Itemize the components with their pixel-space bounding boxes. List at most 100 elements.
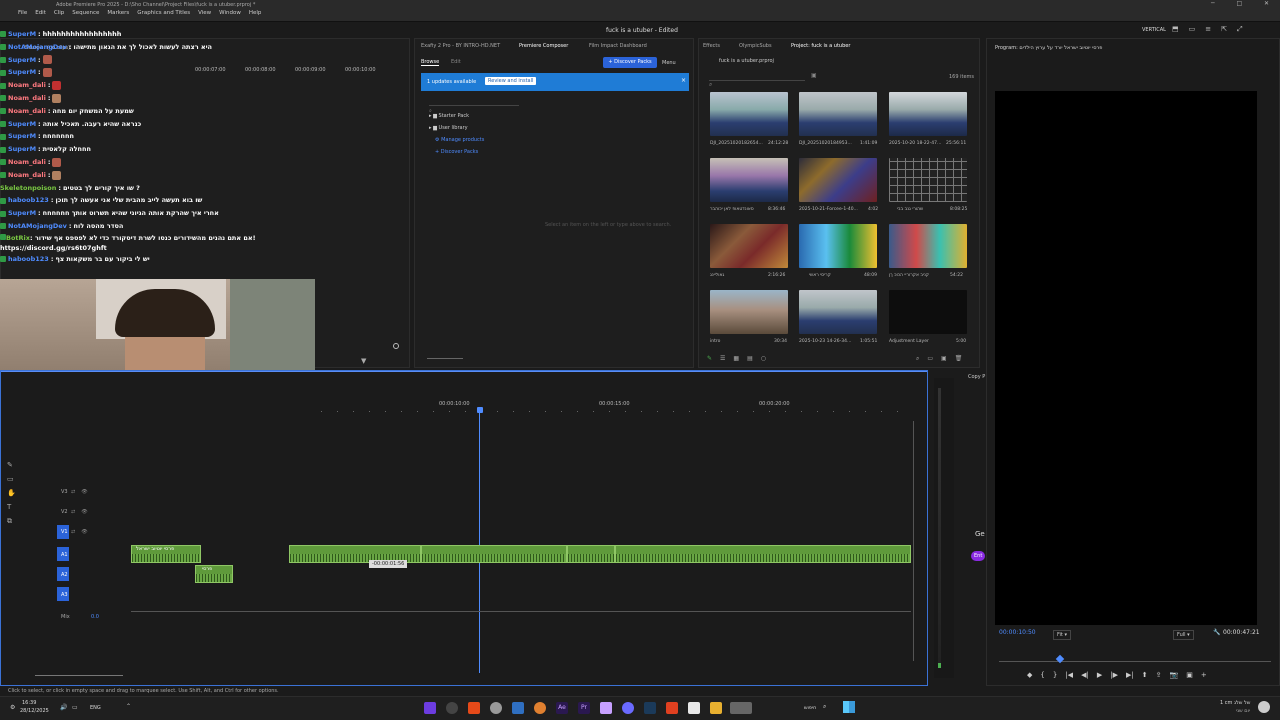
- program-timecode[interactable]: 00:00:10:50: [999, 629, 1036, 636]
- tree-discover-packs[interactable]: + Discover Packs: [435, 149, 478, 155]
- search-label[interactable]: חיפוש: [804, 705, 816, 711]
- project-search-input[interactable]: ⌕: [709, 71, 805, 88]
- discover-packs-button[interactable]: + Discover Packs: [603, 57, 657, 68]
- obs-icon[interactable]: [446, 702, 458, 714]
- thumbnail-4[interactable]: [710, 158, 788, 202]
- full-dropdown[interactable]: Full ▾: [1173, 630, 1194, 640]
- review-install-button[interactable]: Review and install: [485, 77, 537, 85]
- share-icon[interactable]: ⇱: [1221, 25, 1227, 34]
- windows-icon[interactable]: [843, 701, 855, 713]
- extract-icon[interactable]: ⇪: [1156, 671, 1162, 679]
- premiere-icon[interactable]: Pr: [578, 702, 590, 714]
- media-encoder-icon[interactable]: [600, 702, 612, 714]
- vertical-scrollbar[interactable]: [913, 421, 914, 661]
- wrench-icon[interactable]: 🔧: [1213, 629, 1220, 636]
- program-video[interactable]: [995, 91, 1257, 625]
- menu-graphics[interactable]: Graphics and Titles: [137, 10, 190, 22]
- thumbnail-8[interactable]: [799, 224, 877, 268]
- layout-icon[interactable]: ▭: [1189, 25, 1196, 34]
- program-scrubber[interactable]: [999, 661, 1271, 662]
- trash-icon[interactable]: 🗑: [955, 355, 963, 363]
- tab-effects[interactable]: Effects: [703, 43, 720, 49]
- fit-dropdown[interactable]: Fit ▾: [1053, 630, 1071, 640]
- goto-out-icon[interactable]: ▶|: [1126, 671, 1134, 679]
- thumbnail-10[interactable]: [710, 290, 788, 334]
- goto-in-icon[interactable]: |◀: [1065, 671, 1073, 679]
- track-v3[interactable]: V3: [61, 489, 68, 495]
- thumbnail-6[interactable]: [889, 158, 967, 202]
- wifi-icon[interactable]: ⚙: [10, 704, 15, 711]
- find-icon[interactable]: ⌕: [916, 355, 919, 363]
- menu-window[interactable]: Window: [219, 10, 241, 22]
- type-tool-icon[interactable]: T: [7, 503, 16, 511]
- monitor-icon[interactable]: ▭: [72, 704, 78, 711]
- track-a2[interactable]: A2: [61, 572, 68, 578]
- thumbnail-7[interactable]: [710, 224, 788, 268]
- tree-starter-pack[interactable]: ▸ ▆ Starter Pack: [429, 113, 469, 119]
- menu-icon[interactable]: ≡: [1205, 25, 1211, 34]
- steam-icon[interactable]: [644, 702, 656, 714]
- close-icon[interactable]: ✕: [1264, 0, 1269, 10]
- search-input[interactable]: ⌕: [429, 97, 519, 114]
- tab-exafiy[interactable]: Exafiy 2 Pro - BY INTRO-HD.NET: [421, 43, 500, 49]
- razor-tool-icon[interactable]: ⧉: [7, 517, 16, 526]
- discord-icon[interactable]: [622, 702, 634, 714]
- export-icon[interactable]: ⬒: [1172, 25, 1179, 34]
- pen-tool-icon[interactable]: ✎: [7, 461, 16, 469]
- subtab-browse[interactable]: Browse: [421, 59, 440, 66]
- list-view-icon[interactable]: ☰: [720, 355, 725, 362]
- brave-icon[interactable]: [666, 702, 678, 714]
- thumbnail-1[interactable]: [710, 92, 788, 136]
- menu-clip[interactable]: Clip: [54, 10, 64, 22]
- audio-clip-a1-5[interactable]: [615, 545, 911, 563]
- after-effects-icon[interactable]: Ae: [556, 702, 568, 714]
- timeline-zoom-bar[interactable]: [35, 675, 123, 676]
- icon-view-icon[interactable]: ▦: [733, 355, 739, 362]
- timeline-playhead-handle[interactable]: [477, 407, 483, 413]
- eye-icon[interactable]: 👁: [81, 489, 87, 495]
- rect-tool-icon[interactable]: ▭: [7, 475, 16, 483]
- chrome-icon[interactable]: [490, 702, 502, 714]
- track-a1[interactable]: A1: [61, 552, 68, 558]
- menu-help[interactable]: Help: [249, 10, 262, 22]
- sync-lock-icon[interactable]: ⇄: [71, 529, 75, 535]
- search-icon[interactable]: ⌕: [823, 703, 826, 711]
- copilot-icon[interactable]: [424, 702, 436, 714]
- marker-icon[interactable]: ◆: [1027, 671, 1032, 679]
- chevron-up-icon[interactable]: ⌃: [126, 703, 131, 710]
- lift-icon[interactable]: ⬆: [1142, 671, 1148, 679]
- track-v1[interactable]: V1: [61, 529, 68, 535]
- compare-icon[interactable]: ▣: [1186, 671, 1193, 679]
- new-item-icon[interactable]: ▣: [941, 355, 947, 363]
- hand-tool-icon[interactable]: ✋: [7, 489, 16, 497]
- thumbnail-11[interactable]: [799, 290, 877, 334]
- tab-olympicsubs[interactable]: OlympicSubs: [739, 43, 772, 49]
- folder-icon[interactable]: [710, 702, 722, 714]
- workspace-label[interactable]: VERTICAL: [1142, 27, 1166, 33]
- mark-in-icon[interactable]: {: [1040, 671, 1044, 679]
- track-a3[interactable]: A3: [61, 592, 68, 598]
- close-banner-icon[interactable]: ×: [681, 77, 686, 84]
- step-back-icon[interactable]: ◀|: [1081, 671, 1089, 679]
- new-bin-icon[interactable]: ▭: [927, 355, 933, 363]
- export-frame-icon[interactable]: 📷: [1169, 671, 1178, 679]
- freeform-view-icon[interactable]: ▤: [747, 355, 753, 362]
- menu-button[interactable]: Menu: [662, 60, 676, 66]
- audio-clip-a1-4[interactable]: [567, 545, 615, 563]
- menu-view[interactable]: View: [198, 10, 211, 22]
- eye-icon[interactable]: 👁: [81, 509, 87, 515]
- taskbar-thumbnail-icon[interactable]: [730, 702, 752, 714]
- bin-icon[interactable]: ▣: [811, 72, 817, 79]
- thumbnail-9[interactable]: [889, 224, 967, 268]
- files-icon[interactable]: [512, 702, 524, 714]
- tree-user-library[interactable]: ▸ ▆ User library: [429, 125, 468, 131]
- subtab-edit[interactable]: Edit: [451, 59, 461, 65]
- mix-value[interactable]: 0.0: [91, 614, 99, 620]
- thumbnail-2[interactable]: [799, 92, 877, 136]
- audio-clip-a1-1[interactable]: פרסי יוטיוב ישראל: [131, 545, 201, 563]
- audio-clip-a1-3[interactable]: [421, 545, 567, 563]
- maximize-icon[interactable]: □: [1236, 0, 1242, 10]
- track-v2[interactable]: V2: [61, 509, 68, 515]
- tree-manage-products[interactable]: ⚙ Manage products: [435, 137, 484, 143]
- menu-file[interactable]: File: [18, 10, 27, 22]
